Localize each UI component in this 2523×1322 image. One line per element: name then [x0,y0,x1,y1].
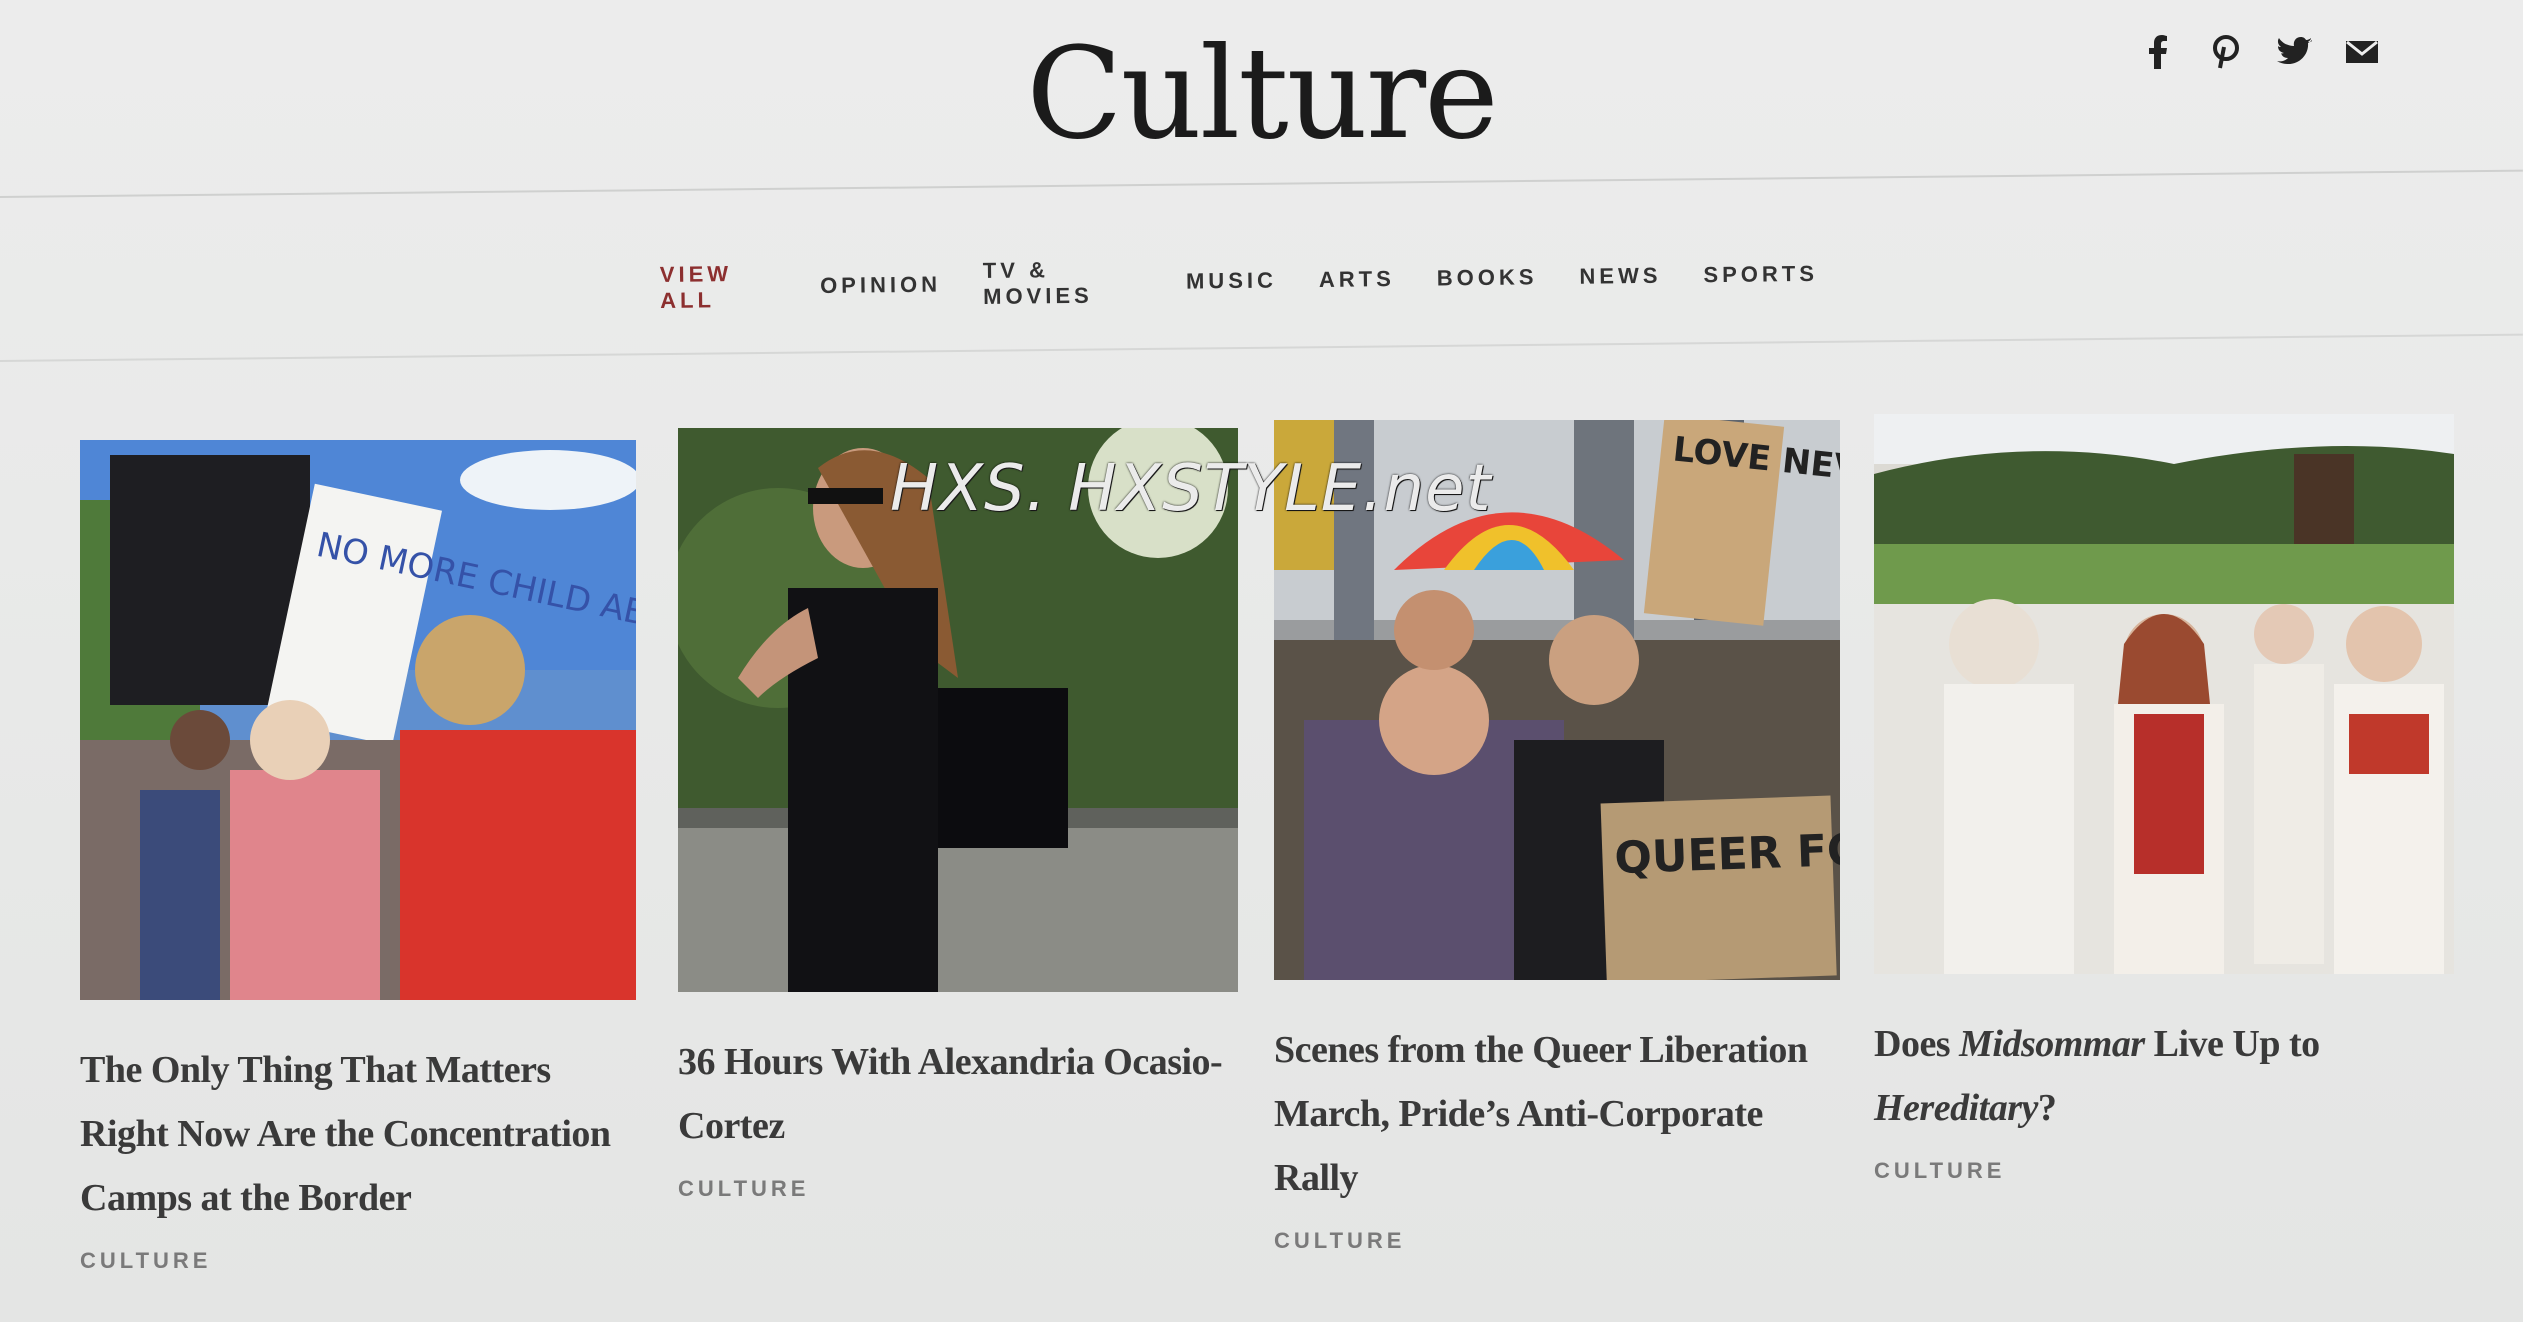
article-card[interactable]: NO MORE CHILD ABUSE IN OUR NAME The Only… [80,440,636,1274]
article-thumbnail-protest[interactable]: NO MORE CHILD ABUSE IN OUR NAME [80,440,636,1000]
article-section-label[interactable]: CULTURE [80,1248,636,1274]
nav-tv-movies[interactable]: TV & MOVIES [983,256,1145,310]
header-divider [0,169,2523,198]
headline-text: ? [2037,1087,2057,1129]
nav-sports[interactable]: SPORTS [1703,261,1818,288]
nav-opinion[interactable]: OPINION [820,272,941,299]
twitter-icon[interactable] [2276,34,2312,70]
social-links [2140,34,2380,70]
article-card[interactable]: 36 Hours With Alexandria Ocasio-Cortez C… [678,428,1238,1202]
screen: Culture VIEW ALL OPINION TV & MOVIES MUS… [0,0,2523,1322]
article-headline[interactable]: The Only Thing That Matters Right Now Ar… [80,1038,636,1230]
nav-books[interactable]: BOOKS [1437,264,1538,291]
watermark: HXS. HXSTYLE.net [890,452,1492,526]
pinterest-icon[interactable] [2208,34,2244,70]
nav-arts[interactable]: ARTS [1319,266,1395,293]
article-headline[interactable]: Scenes from the Queer Liberation March, … [1274,1018,1840,1210]
article-headline[interactable]: 36 Hours With Alexandria Ocasio-Cortez [678,1030,1238,1158]
facebook-icon[interactable] [2140,34,2176,70]
nav-music[interactable]: MUSIC [1186,267,1277,294]
nav-news[interactable]: NEWS [1579,263,1661,290]
article-section-label[interactable]: CULTURE [1274,1228,1840,1254]
nav-divider [0,333,2523,362]
headline-text: Live Up to [2144,1023,2321,1065]
article-section-label[interactable]: CULTURE [678,1176,1238,1202]
article-thumbnail-midsommar[interactable] [1874,414,2454,974]
headline-film-title: Hereditary [1874,1087,2038,1129]
email-icon[interactable] [2344,34,2380,70]
article-section-label[interactable]: CULTURE [1874,1158,2454,1184]
article-headline[interactable]: Does Midsommar Live Up to Hereditary? [1874,1012,2454,1140]
headline-text: Does [1874,1023,1960,1065]
section-nav: VIEW ALL OPINION TV & MOVIES MUSIC ARTS … [660,247,1861,314]
article-card[interactable]: Does Midsommar Live Up to Hereditary? CU… [1874,414,2454,1184]
headline-film-title: Midsommar [1959,1023,2145,1065]
nav-view-all[interactable]: VIEW ALL [660,261,779,314]
article-card[interactable]: LOVE NEVER FAILS QUEER FOREVER Scenes fr… [1274,420,1840,1254]
